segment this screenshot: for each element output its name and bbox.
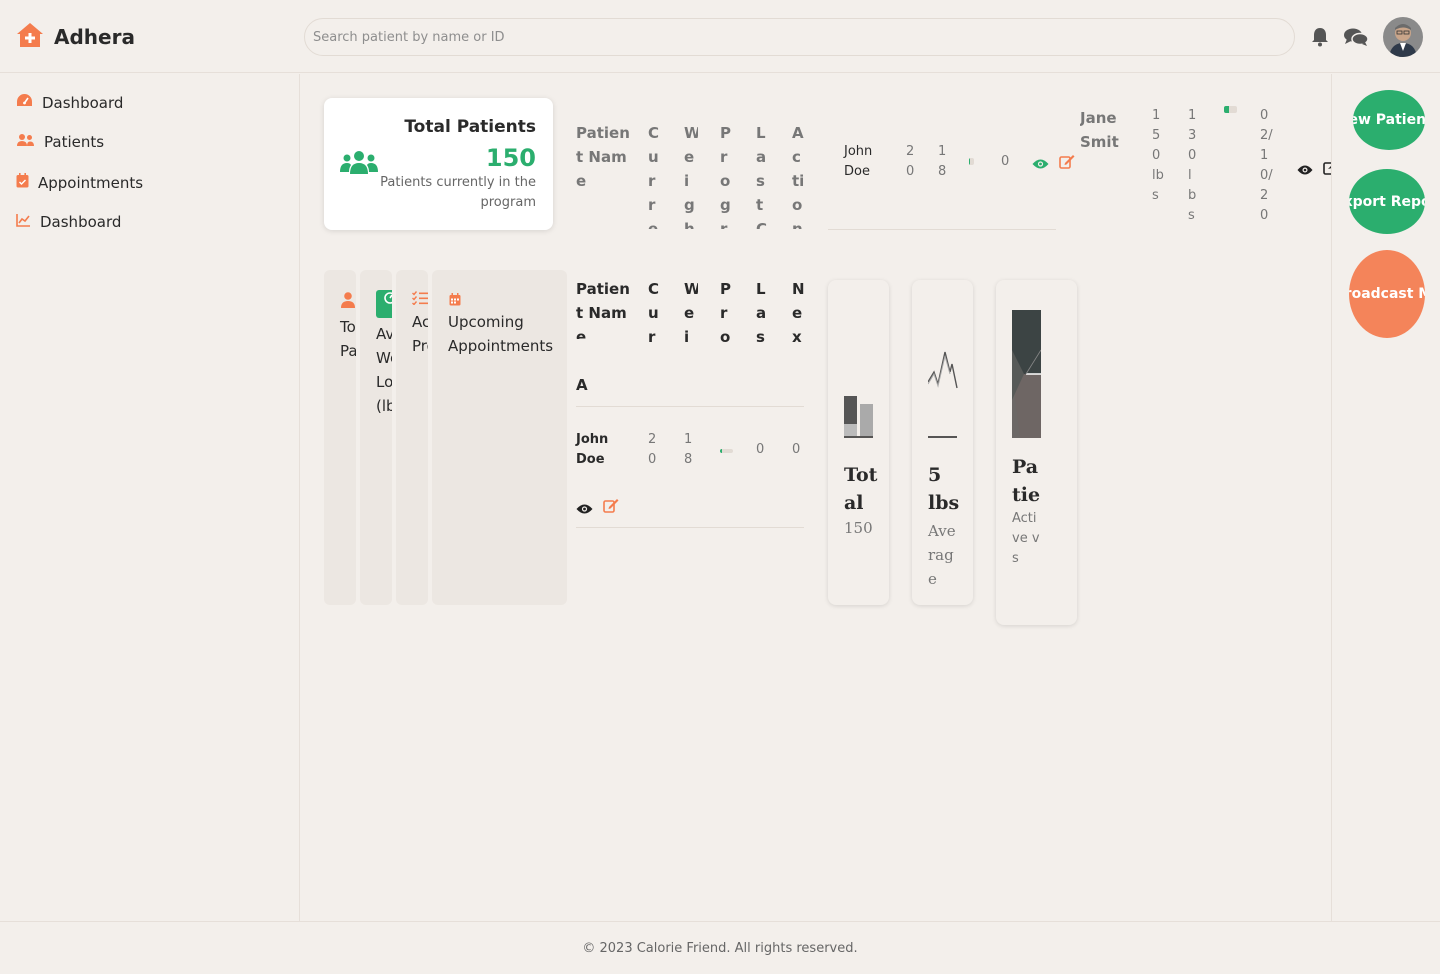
progress-bar bbox=[969, 158, 974, 165]
edit-icon[interactable] bbox=[603, 498, 619, 517]
stat-card-average-weight-loss: Average Weight Loss (lbs) bbox=[360, 270, 392, 605]
broadcast-message-button[interactable]: Broadcast Message bbox=[1349, 250, 1425, 338]
sidebar-item-label: Dashboard bbox=[42, 93, 124, 112]
sidebar-item-patients[interactable]: Patients bbox=[16, 133, 104, 151]
chart-line-icon bbox=[16, 213, 31, 231]
calendar-icon bbox=[16, 173, 29, 192]
search-input[interactable] bbox=[304, 18, 1295, 56]
avatar[interactable] bbox=[1383, 17, 1423, 57]
bar-chart-thumbnail bbox=[844, 396, 873, 438]
table-header-progress: Progress bbox=[720, 280, 731, 346]
progress-bar-fill bbox=[969, 158, 970, 165]
row-weight: 18 bbox=[938, 144, 947, 179]
brand[interactable]: Adhera bbox=[16, 22, 135, 52]
row-last: 0 bbox=[756, 442, 765, 457]
table-header-weight: Weight bbox=[684, 280, 698, 346]
total-patients-subtitle: Patients currently in the program bbox=[380, 175, 536, 210]
bell-icon[interactable] bbox=[1311, 27, 1329, 51]
table-header-last: Last bbox=[756, 280, 767, 346]
total-patients-value: 150 bbox=[485, 144, 536, 172]
export-report-button[interactable]: Export Report bbox=[1349, 169, 1425, 234]
row-last-check: 0 bbox=[1001, 154, 1010, 169]
sidebar-item-dashboard[interactable]: Dashboard bbox=[16, 93, 123, 112]
progress-bar bbox=[720, 449, 733, 453]
row-next: 0 bbox=[792, 442, 801, 457]
weight-scale-icon bbox=[376, 290, 392, 322]
chart-card-title: 5 lbs bbox=[928, 464, 960, 514]
pie-chart-thumbnail bbox=[1012, 310, 1041, 438]
add-new-patient-button[interactable]: Add New Patient bbox=[1353, 90, 1425, 150]
row-current-weight: 130 lbs bbox=[1188, 108, 1197, 223]
chat-icon[interactable] bbox=[1343, 27, 1369, 51]
users-group-icon bbox=[340, 150, 378, 180]
stat-card-label: Average Weight Loss (lbs) bbox=[376, 325, 392, 415]
table-header-weight: Weight bbox=[684, 124, 698, 229]
stat-card-label: Upcoming Appointments bbox=[448, 313, 554, 355]
stat-card-upcoming-appointments: Upcoming Appointments bbox=[432, 270, 567, 605]
sidebar-item-label: Appointments bbox=[38, 173, 144, 192]
list-check-icon bbox=[412, 290, 428, 309]
button-label: Broadcast Message bbox=[1349, 286, 1425, 302]
row-date: 02/10/20 bbox=[1260, 108, 1273, 223]
progress-bar bbox=[1224, 106, 1237, 113]
edit-icon[interactable] bbox=[1059, 154, 1075, 173]
row-current: 20 bbox=[648, 432, 657, 467]
chart-card-title: Total bbox=[844, 464, 878, 514]
total-patients-title: Total Patients bbox=[404, 117, 536, 137]
row-divider bbox=[576, 527, 804, 528]
row-start-weight: 150 lbs bbox=[1152, 108, 1164, 203]
sidebar-item-label: Patients bbox=[44, 133, 105, 151]
calendar-icon bbox=[449, 291, 461, 310]
chart-card-value: 150 bbox=[844, 519, 873, 537]
patient-name[interactable]: John Doe bbox=[844, 142, 884, 182]
stat-card-label: Active Programs bbox=[412, 313, 428, 355]
sidebar-item-label: Dashboard bbox=[40, 213, 122, 231]
total-patients-card: Total Patients 150 Patients currently in… bbox=[324, 98, 553, 230]
user-icon bbox=[341, 292, 355, 312]
row-divider bbox=[828, 229, 1056, 230]
users-icon bbox=[16, 133, 35, 151]
eye-icon[interactable] bbox=[576, 500, 593, 519]
row-current: 20 bbox=[906, 144, 915, 179]
line-chart-thumbnail bbox=[928, 351, 958, 438]
chart-card-value: Active vs bbox=[1012, 511, 1040, 566]
top-bar: Adhera bbox=[0, 0, 1440, 73]
table-header-patient-name: Patient Name bbox=[576, 280, 630, 339]
footer-copyright: © 2023 Calorie Friend. All rights reserv… bbox=[582, 940, 858, 956]
chart-card-total: Total 150 bbox=[828, 280, 889, 605]
sidebar: Dashboard Patients Appointments Dashboar… bbox=[0, 74, 300, 921]
chart-card-title: Patie bbox=[1012, 456, 1041, 506]
patient-name[interactable]: John Doe bbox=[576, 430, 616, 470]
row-weight: 18 bbox=[684, 432, 693, 467]
sidebar-item-appointments[interactable]: Appointments bbox=[16, 173, 143, 192]
row-divider bbox=[576, 406, 804, 407]
eye-icon[interactable] bbox=[1297, 161, 1313, 180]
table-header-current: Current bbox=[648, 280, 660, 346]
table-header-patient-name: Patient Name bbox=[576, 124, 630, 190]
home-icon bbox=[16, 22, 44, 52]
chart-card-value: Average bbox=[928, 522, 956, 588]
stat-card-label: Total Patients bbox=[340, 318, 356, 360]
sidebar-item-dashboard-2[interactable]: Dashboard bbox=[16, 213, 121, 231]
table-header-action: Action bbox=[792, 124, 805, 229]
table-header-last-check: Last Check bbox=[756, 124, 768, 229]
chart-card-patients: Patie Active vs bbox=[996, 280, 1077, 625]
progress-bar-fill bbox=[1224, 106, 1230, 113]
stat-card-total-patients: Total Patients bbox=[324, 270, 356, 605]
button-label: Add New Patient bbox=[1353, 112, 1425, 128]
button-label: Export Report bbox=[1349, 193, 1425, 210]
footer: © 2023 Calorie Friend. All rights reserv… bbox=[0, 921, 1440, 974]
eye-icon[interactable] bbox=[1032, 155, 1049, 174]
table-header-next: Next bbox=[792, 280, 805, 346]
gauge-icon bbox=[16, 93, 33, 112]
stat-card-active-programs: Active Programs bbox=[396, 270, 428, 605]
brand-name: Adhera bbox=[54, 25, 135, 49]
table-header-current: Current bbox=[648, 124, 660, 229]
chart-card-weight-loss: 5 lbs Average bbox=[912, 280, 973, 605]
quick-actions-panel: Add New Patient Export Report Broadcast … bbox=[1331, 74, 1440, 921]
progress-bar-fill bbox=[720, 449, 722, 453]
table-header-progress: Progress bbox=[720, 124, 731, 229]
table-section-label: A bbox=[576, 376, 588, 394]
patient-name[interactable]: Jane Smith bbox=[1080, 106, 1128, 156]
